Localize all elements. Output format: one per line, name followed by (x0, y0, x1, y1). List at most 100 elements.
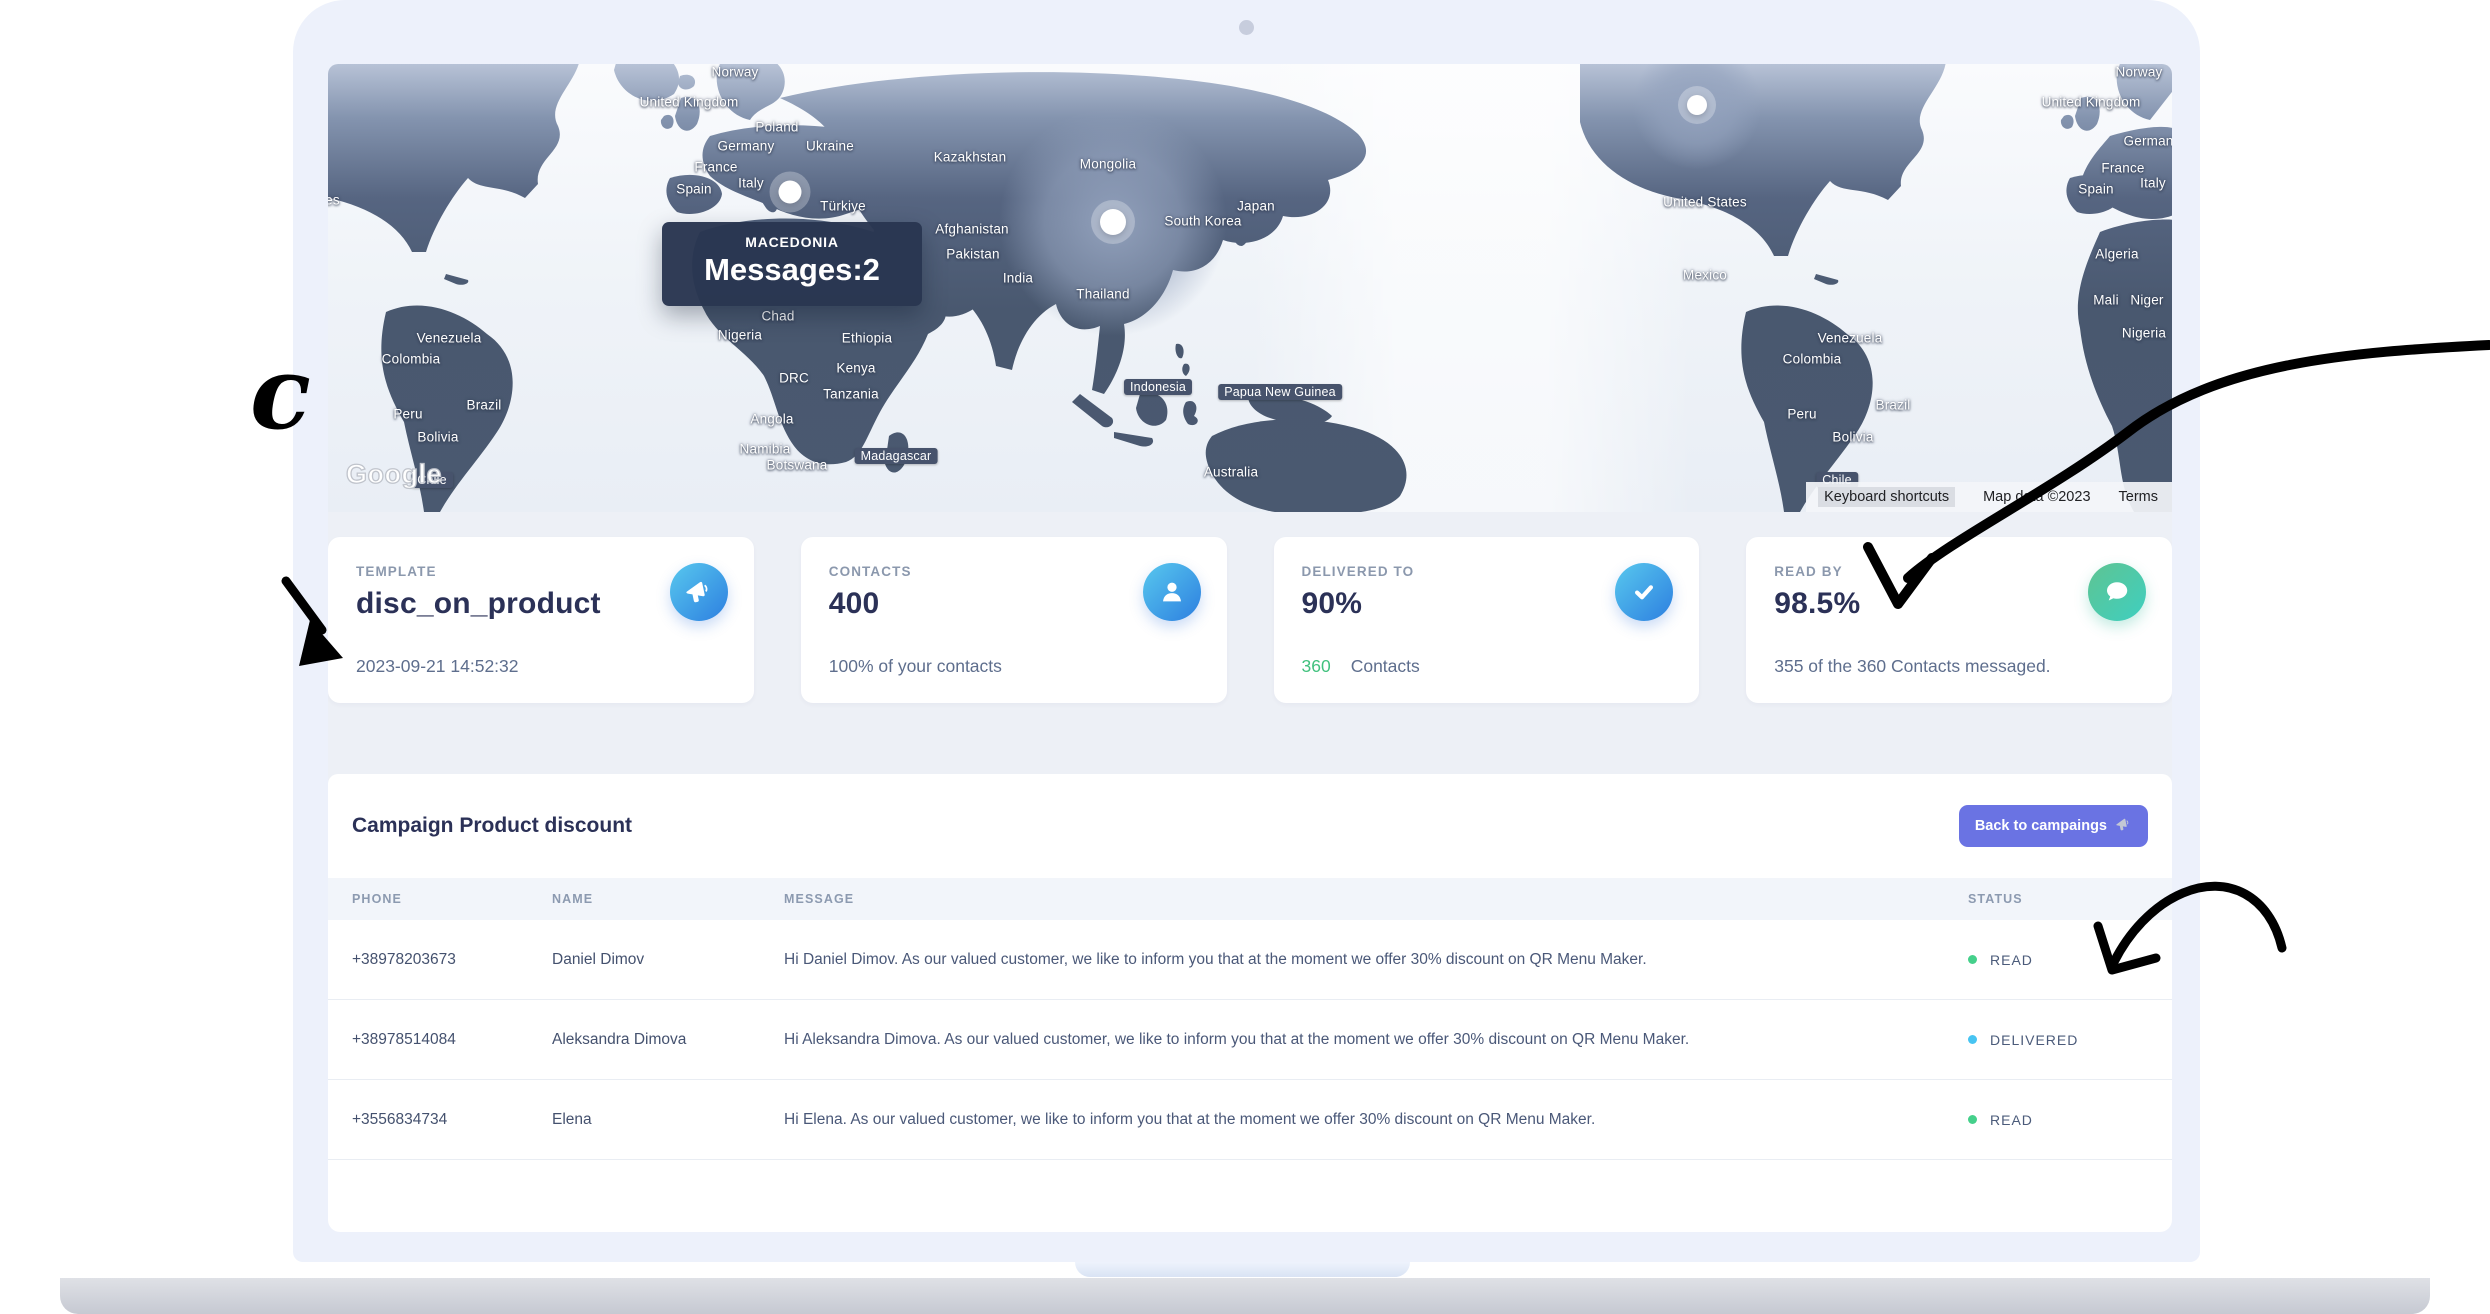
cell-phone: +38978203673 (352, 951, 552, 969)
stat-sub-highlight: 360 (1302, 656, 1331, 676)
megaphone-icon (670, 563, 728, 621)
page: United States Norway United Kingdom Poland G… (0, 0, 2490, 1314)
stats-row: TEMPLATE disc_on_product 2023-09-21 14:5… (328, 512, 2172, 770)
map-label: Nigeria (718, 328, 762, 343)
cell-name: Aleksandra Dimova (552, 1031, 784, 1049)
tooltip-messages: Messages:2 (662, 252, 922, 288)
map-label: United States (1663, 195, 1747, 210)
stat-label: READ BY (1774, 564, 2144, 579)
back-to-campaigns-button[interactable]: Back to campaings (1959, 805, 2148, 847)
map-label: Angola (750, 412, 793, 427)
map-label: Mexico (1683, 268, 1727, 283)
map-label: Tanzania (823, 387, 879, 402)
map-label: Ukraine (806, 139, 854, 154)
map-label: United Kingdom (640, 95, 739, 110)
map-label: Bolivia (1832, 430, 1873, 445)
cell-status: READ (1968, 952, 2172, 968)
map-label: Colombia (382, 352, 441, 367)
map-label: DRC (779, 371, 809, 386)
map-label: Venezuela (1818, 331, 1883, 346)
map-label: Brazil (1876, 398, 1911, 413)
map-label: Venezuela (417, 331, 482, 346)
map-label: Niger (2130, 293, 2163, 308)
map-label: Germany (2124, 134, 2172, 149)
chat-bubble-icon (2088, 563, 2146, 621)
check-icon (1615, 563, 1673, 621)
map-label: Spain (2078, 182, 2114, 197)
cell-status: READ (1968, 1112, 2172, 1128)
laptop-mockup: United States Norway United Kingdom Poland G… (293, 0, 2200, 1262)
status-dot (1968, 1115, 1977, 1124)
map-label: Norway (712, 65, 759, 80)
map-label: Italy (2140, 176, 2166, 191)
table-row[interactable]: +3556834734 Elena Hi Elena. As our value… (328, 1080, 2172, 1160)
column-header-message: MESSAGE (784, 892, 1968, 906)
map-label: Bolivia (417, 430, 458, 445)
map-label: Australia (1204, 465, 1258, 480)
stat-label: DELIVERED TO (1302, 564, 1672, 579)
keyboard-shortcuts-link[interactable]: Keyboard shortcuts (1818, 487, 1955, 507)
map-label: Italy (738, 176, 764, 191)
map-label: India (1003, 271, 1033, 286)
map-label: Papua New Guinea (1218, 384, 1342, 400)
panel-header: Campaign Product discount Back to campai… (328, 774, 2172, 878)
status-label: DELIVERED (1990, 1032, 2078, 1048)
megaphone-emoji-icon (2115, 816, 2132, 837)
cell-name: Daniel Dimov (552, 951, 784, 969)
map-label: Kazakhstan (934, 150, 1007, 165)
map-label: Japan (1237, 199, 1275, 214)
stat-sub-label: 100% of your contacts (829, 656, 1002, 676)
map-label: Afghanistan (935, 222, 1009, 237)
marker-china[interactable] (1100, 209, 1126, 235)
status-dot (1968, 955, 1977, 964)
table-header: PHONE NAME MESSAGE STATUS (328, 878, 2172, 920)
campaign-panel: Campaign Product discount Back to campai… (328, 774, 2172, 1232)
webcam-dot (1239, 20, 1254, 35)
stat-card-read: READ BY 98.5% 355 of the 360 Contacts me… (1746, 537, 2172, 703)
map-label: France (2101, 161, 2144, 176)
map-label: Thailand (1076, 287, 1129, 302)
cell-phone: +3556834734 (352, 1111, 552, 1129)
map-attribution: Keyboard shortcuts Map data ©2023 Terms (1806, 482, 2172, 512)
map-label: France (694, 160, 737, 175)
map-label: Peru (1787, 407, 1816, 422)
stat-label: TEMPLATE (356, 564, 726, 579)
map-label: South Korea (1164, 214, 1241, 229)
cell-message: Hi Elena. As our valued customer, we lik… (784, 1111, 1968, 1129)
map-label: Namibia (740, 442, 791, 457)
stat-card-delivered: DELIVERED TO 90% 360Contacts (1274, 537, 1700, 703)
marker-macedonia[interactable] (779, 181, 802, 204)
dashboard-screen: United States Norway United Kingdom Poland G… (328, 64, 2172, 1232)
status-label: READ (1990, 952, 2033, 968)
cell-message: Hi Aleksandra Dimova. As our valued cust… (784, 1031, 1968, 1049)
stat-subtext: 2023-09-21 14:52:32 (356, 656, 519, 677)
map-label: Indonesia (1124, 379, 1192, 395)
map-label: Germany (718, 139, 775, 154)
map-label: Poland (755, 120, 798, 135)
laptop-base-bar (60, 1278, 2430, 1314)
stat-card-contacts: CONTACTS 400 100% of your contacts (801, 537, 1227, 703)
map-label: Pakistan (946, 247, 999, 262)
column-header-status: STATUS (1968, 892, 2172, 906)
cell-name: Elena (552, 1111, 784, 1129)
map-label: Türkiye (820, 199, 866, 214)
status-label: READ (1990, 1112, 2033, 1128)
world-map[interactable]: United States Norway United Kingdom Poland G… (328, 64, 2172, 512)
map-label: Mali (2093, 293, 2119, 308)
map-label: Nigeria (2122, 326, 2166, 341)
laptop-base-notch (1075, 1262, 1410, 1277)
marker-canada[interactable] (1687, 95, 1707, 115)
terms-link[interactable]: Terms (2119, 489, 2158, 505)
map-label: Ethiopia (842, 331, 892, 346)
map-label: Colombia (1783, 352, 1842, 367)
map-label: Chad (761, 309, 794, 324)
table-row[interactable]: +38978203673 Daniel Dimov Hi Daniel Dimo… (328, 920, 2172, 1000)
stat-sub-label: 355 of the 360 Contacts messaged. (1774, 656, 2050, 676)
stat-subtext: 100% of your contacts (829, 656, 1002, 677)
stat-subtext: 360 Contacts (1302, 656, 1420, 677)
stat-sub-label: Contacts (1351, 656, 1420, 676)
table-row[interactable]: +38978514084 Aleksandra Dimova Hi Aleksa… (328, 1000, 2172, 1080)
stat-subtext: 355 of the 360 Contacts messaged. (1774, 656, 2050, 677)
map-label: Norway (2116, 65, 2163, 80)
column-header-phone: PHONE (352, 892, 552, 906)
